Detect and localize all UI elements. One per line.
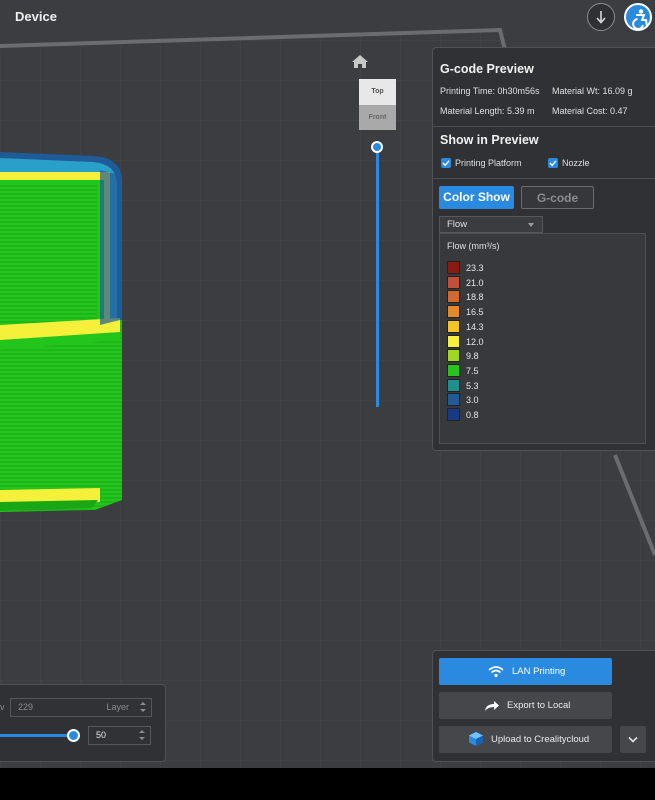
legend-value: 9.8 xyxy=(466,351,479,362)
printing-time: Printing Time: 0h30m56s xyxy=(440,86,540,96)
creality-cloud-icon xyxy=(469,732,483,746)
legend-swatch xyxy=(447,378,460,392)
divider xyxy=(433,178,655,179)
legend-value: 23.3 xyxy=(466,263,484,273)
view-cube-front[interactable]: Front xyxy=(359,105,396,130)
legend-swatch xyxy=(447,334,460,348)
max-layer-value: 229 xyxy=(18,702,34,712)
check-icon xyxy=(549,160,557,167)
legend-swatch xyxy=(447,290,460,304)
legend-swatch xyxy=(447,319,460,333)
more-options-button[interactable] xyxy=(620,726,646,753)
color-mode-value: Flow xyxy=(447,219,468,230)
tab-gcode[interactable]: G-code xyxy=(521,186,594,209)
download-arrow-icon xyxy=(596,11,606,24)
legend-swatch xyxy=(447,349,460,363)
legend-value: 12.0 xyxy=(466,336,484,347)
tab-color-show[interactable]: Color Show xyxy=(439,186,514,209)
check-icon xyxy=(442,160,450,167)
printing-platform-label: Printing Platform xyxy=(455,158,522,168)
legend-swatch xyxy=(447,408,460,421)
show-in-preview-header: Show in Preview xyxy=(440,133,539,147)
layer-horizontal-slider-track[interactable] xyxy=(0,734,74,737)
layer-unit: Layer xyxy=(106,702,129,712)
wifi-icon xyxy=(488,666,504,678)
legend-value: 14.3 xyxy=(466,321,484,332)
layer-horizontal-slider-handle[interactable] xyxy=(67,729,80,742)
export-to-local-button[interactable]: Export to Local xyxy=(439,692,612,719)
chevron-down-icon xyxy=(528,223,534,227)
divider xyxy=(433,126,655,127)
legend-value: 21.0 xyxy=(466,277,484,288)
layer-vertical-slider-handle[interactable] xyxy=(371,141,383,153)
legend-swatch xyxy=(447,393,460,407)
legend-value: 18.8 xyxy=(466,292,484,303)
lan-printing-label: LAN Printing xyxy=(512,666,566,677)
material-weight: Material Wt: 16.09 g xyxy=(552,86,633,96)
legend-value: 7.5 xyxy=(466,365,479,376)
legend-swatch xyxy=(447,305,460,319)
legend-swatch xyxy=(447,261,460,274)
legend-value: 16.5 xyxy=(466,307,484,318)
top-bar: Device xyxy=(0,0,655,34)
app-window: Device Top Front G-code Preview Printing… xyxy=(0,0,655,768)
nozzle-checkbox[interactable] xyxy=(548,158,558,168)
stepper-down-icon[interactable] xyxy=(139,737,145,740)
layer-control-panel xyxy=(0,684,166,762)
layer-vertical-slider-track[interactable] xyxy=(376,148,379,407)
nozzle-label: Nozzle xyxy=(562,158,590,168)
lan-printing-button[interactable]: LAN Printing xyxy=(439,658,612,685)
material-cost: Material Cost: 0.47 xyxy=(552,106,628,116)
app-title: Device xyxy=(15,9,57,24)
model-preview[interactable] xyxy=(0,152,122,512)
current-layer-input[interactable]: 50 xyxy=(88,726,151,745)
accessibility-icon xyxy=(632,9,648,30)
gcode-preview-header: G-code Preview xyxy=(440,62,534,76)
legend-value: 5.3 xyxy=(466,380,479,391)
view-cube-top[interactable]: Top xyxy=(359,79,396,105)
stepper-down-icon[interactable] xyxy=(140,709,146,712)
legend-value: 3.0 xyxy=(466,395,479,406)
legend-swatch xyxy=(447,363,460,377)
upload-to-crealitycloud-label: Upload to Crealitycloud xyxy=(491,734,590,745)
legend-value: 0.8 xyxy=(466,410,479,420)
export-to-local-label: Export to Local xyxy=(507,700,571,711)
accessibility-button[interactable] xyxy=(624,3,652,31)
layer-partial-label: v xyxy=(0,702,5,712)
legend-swatch xyxy=(447,275,460,289)
chevron-down-icon xyxy=(628,736,638,743)
stepper-up-icon[interactable] xyxy=(139,730,145,733)
max-layer-input[interactable]: 229 Layer xyxy=(10,698,152,717)
download-button[interactable] xyxy=(587,3,615,31)
color-mode-select[interactable]: Flow xyxy=(439,216,543,233)
material-length: Material Length: 5.39 m xyxy=(440,106,535,116)
printing-platform-checkbox[interactable] xyxy=(441,158,451,168)
upload-to-crealitycloud-button[interactable]: Upload to Crealitycloud xyxy=(439,726,612,753)
legend-title: Flow (mm³/s) xyxy=(447,241,500,251)
stepper-up-icon[interactable] xyxy=(140,702,146,705)
current-layer-value: 50 xyxy=(96,730,107,740)
share-arrow-icon xyxy=(485,701,499,711)
